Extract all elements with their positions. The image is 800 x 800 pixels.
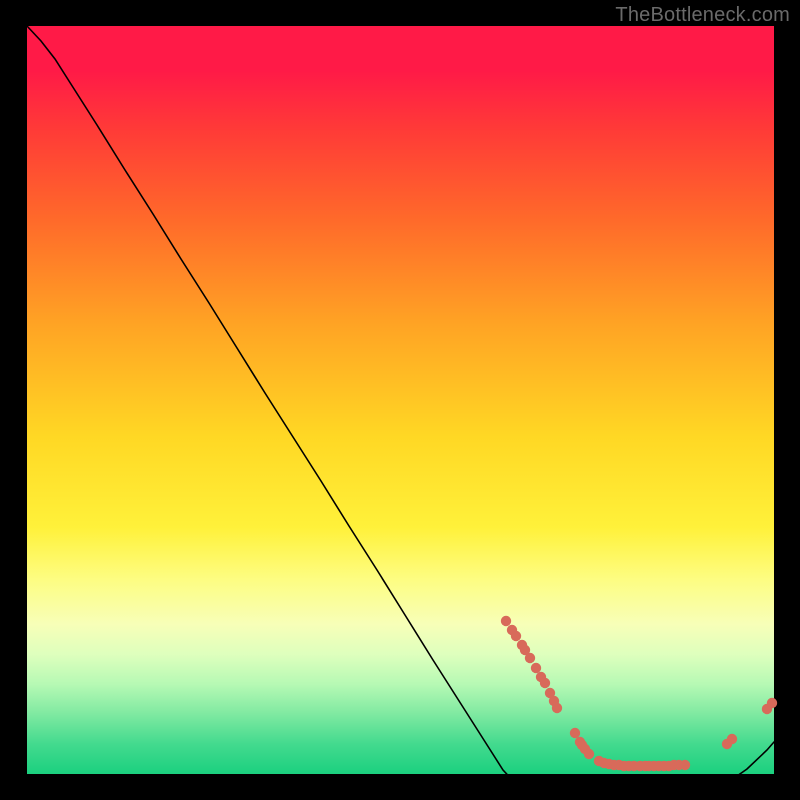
chart-overlay <box>27 26 774 774</box>
gradient-plot-area <box>27 26 774 774</box>
data-dot <box>767 698 777 708</box>
data-dot <box>727 734 737 744</box>
data-dot <box>552 703 562 713</box>
data-dot <box>570 728 580 738</box>
data-dot <box>540 678 550 688</box>
chart-stage: TheBottleneck.com <box>0 0 800 800</box>
data-dot <box>680 760 690 770</box>
data-dot <box>531 663 541 673</box>
watermark-text: TheBottleneck.com <box>615 4 790 27</box>
data-dot <box>584 749 594 759</box>
data-dot <box>511 631 521 641</box>
data-dot <box>501 616 511 626</box>
bottleneck-curve <box>27 26 774 796</box>
data-dot <box>525 653 535 663</box>
dots-layer <box>501 616 777 771</box>
